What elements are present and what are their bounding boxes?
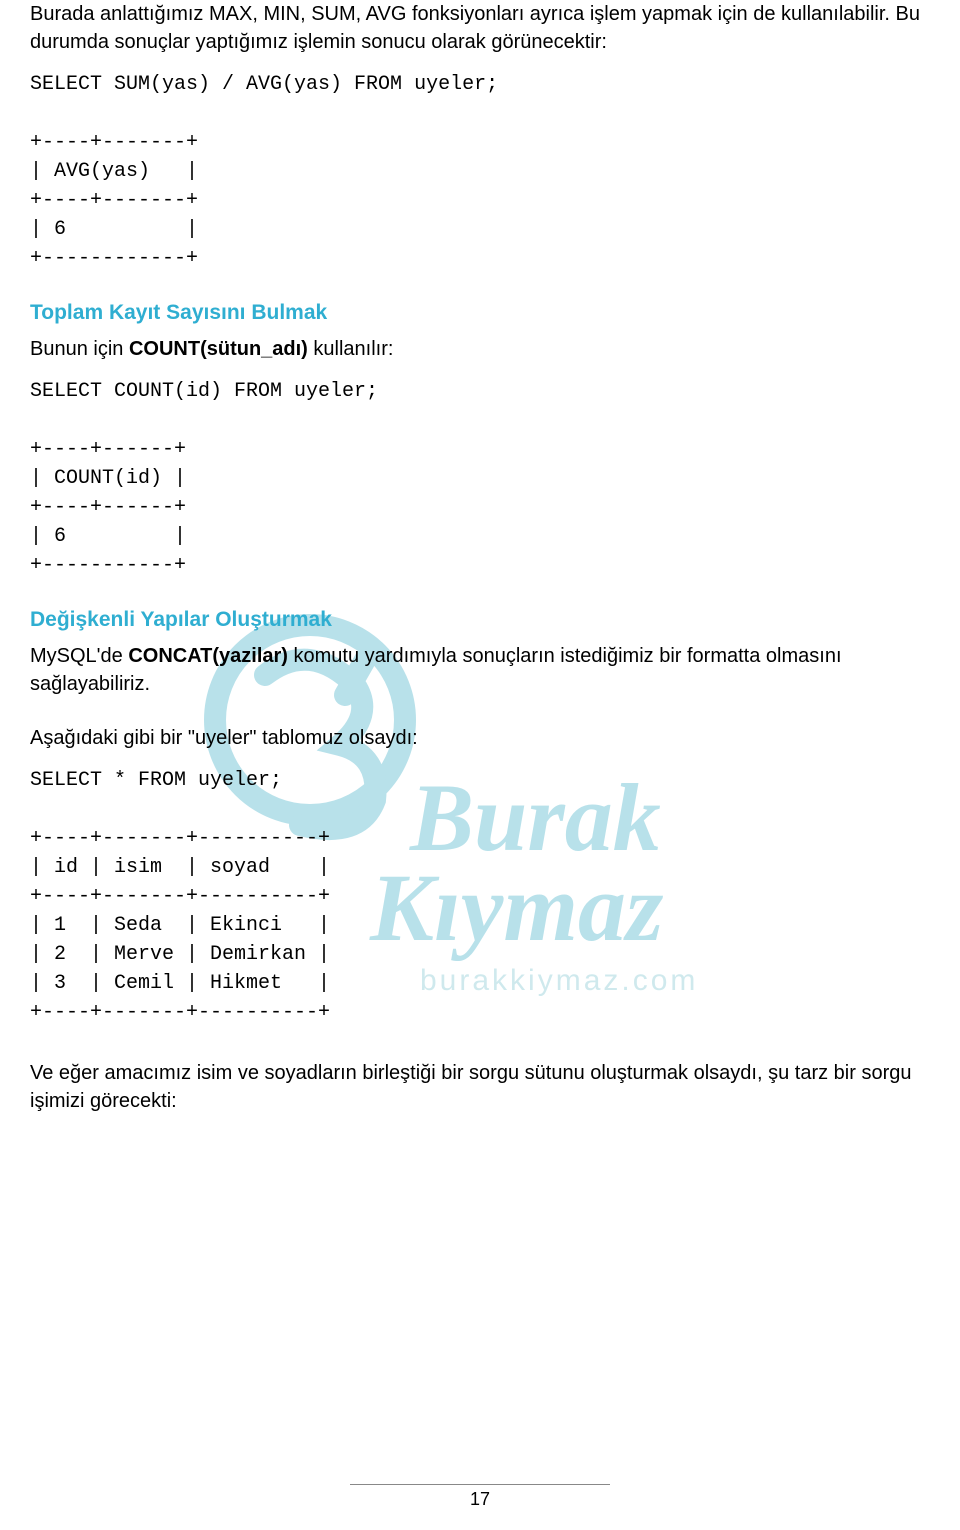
text-bold-concat: CONCAT(yazilar) — [128, 645, 288, 667]
text-suffix: kullanılır: — [308, 338, 394, 360]
paragraph-concat-goal: Ve eğer amacımız isim ve soyadların birl… — [30, 1059, 930, 1115]
footer-divider — [350, 1484, 610, 1485]
paragraph-uyeler-intro: Aşağıdaki gibi bir "uyeler" tablomuz ols… — [30, 724, 930, 752]
text-bold-count: COUNT(sütun_adı) — [129, 338, 308, 360]
heading-degiskenli-yapilar: Değişkenli Yapılar Oluşturmak — [30, 608, 930, 632]
code-block-1: SELECT SUM(yas) / AVG(yas) FROM uyeler; … — [30, 70, 930, 273]
text-prefix: Bunun için — [30, 338, 129, 360]
paragraph-concat: MySQL'de CONCAT(yazilar) komutu yardımıy… — [30, 642, 930, 698]
code-block-3: SELECT * FROM uyeler; +----+-------+----… — [30, 766, 930, 1027]
text-prefix: MySQL'de — [30, 645, 128, 667]
paragraph-count-usage: Bunun için COUNT(sütun_adı) kullanılır: — [30, 335, 930, 363]
page-number: 17 — [470, 1489, 490, 1509]
intro-paragraph: Burada anlattığımız MAX, MIN, SUM, AVG f… — [30, 0, 930, 56]
code-block-2: SELECT COUNT(id) FROM uyeler; +----+----… — [30, 377, 930, 580]
page-footer: 17 — [0, 1484, 960, 1510]
heading-toplam-kayit: Toplam Kayıt Sayısını Bulmak — [30, 301, 930, 325]
